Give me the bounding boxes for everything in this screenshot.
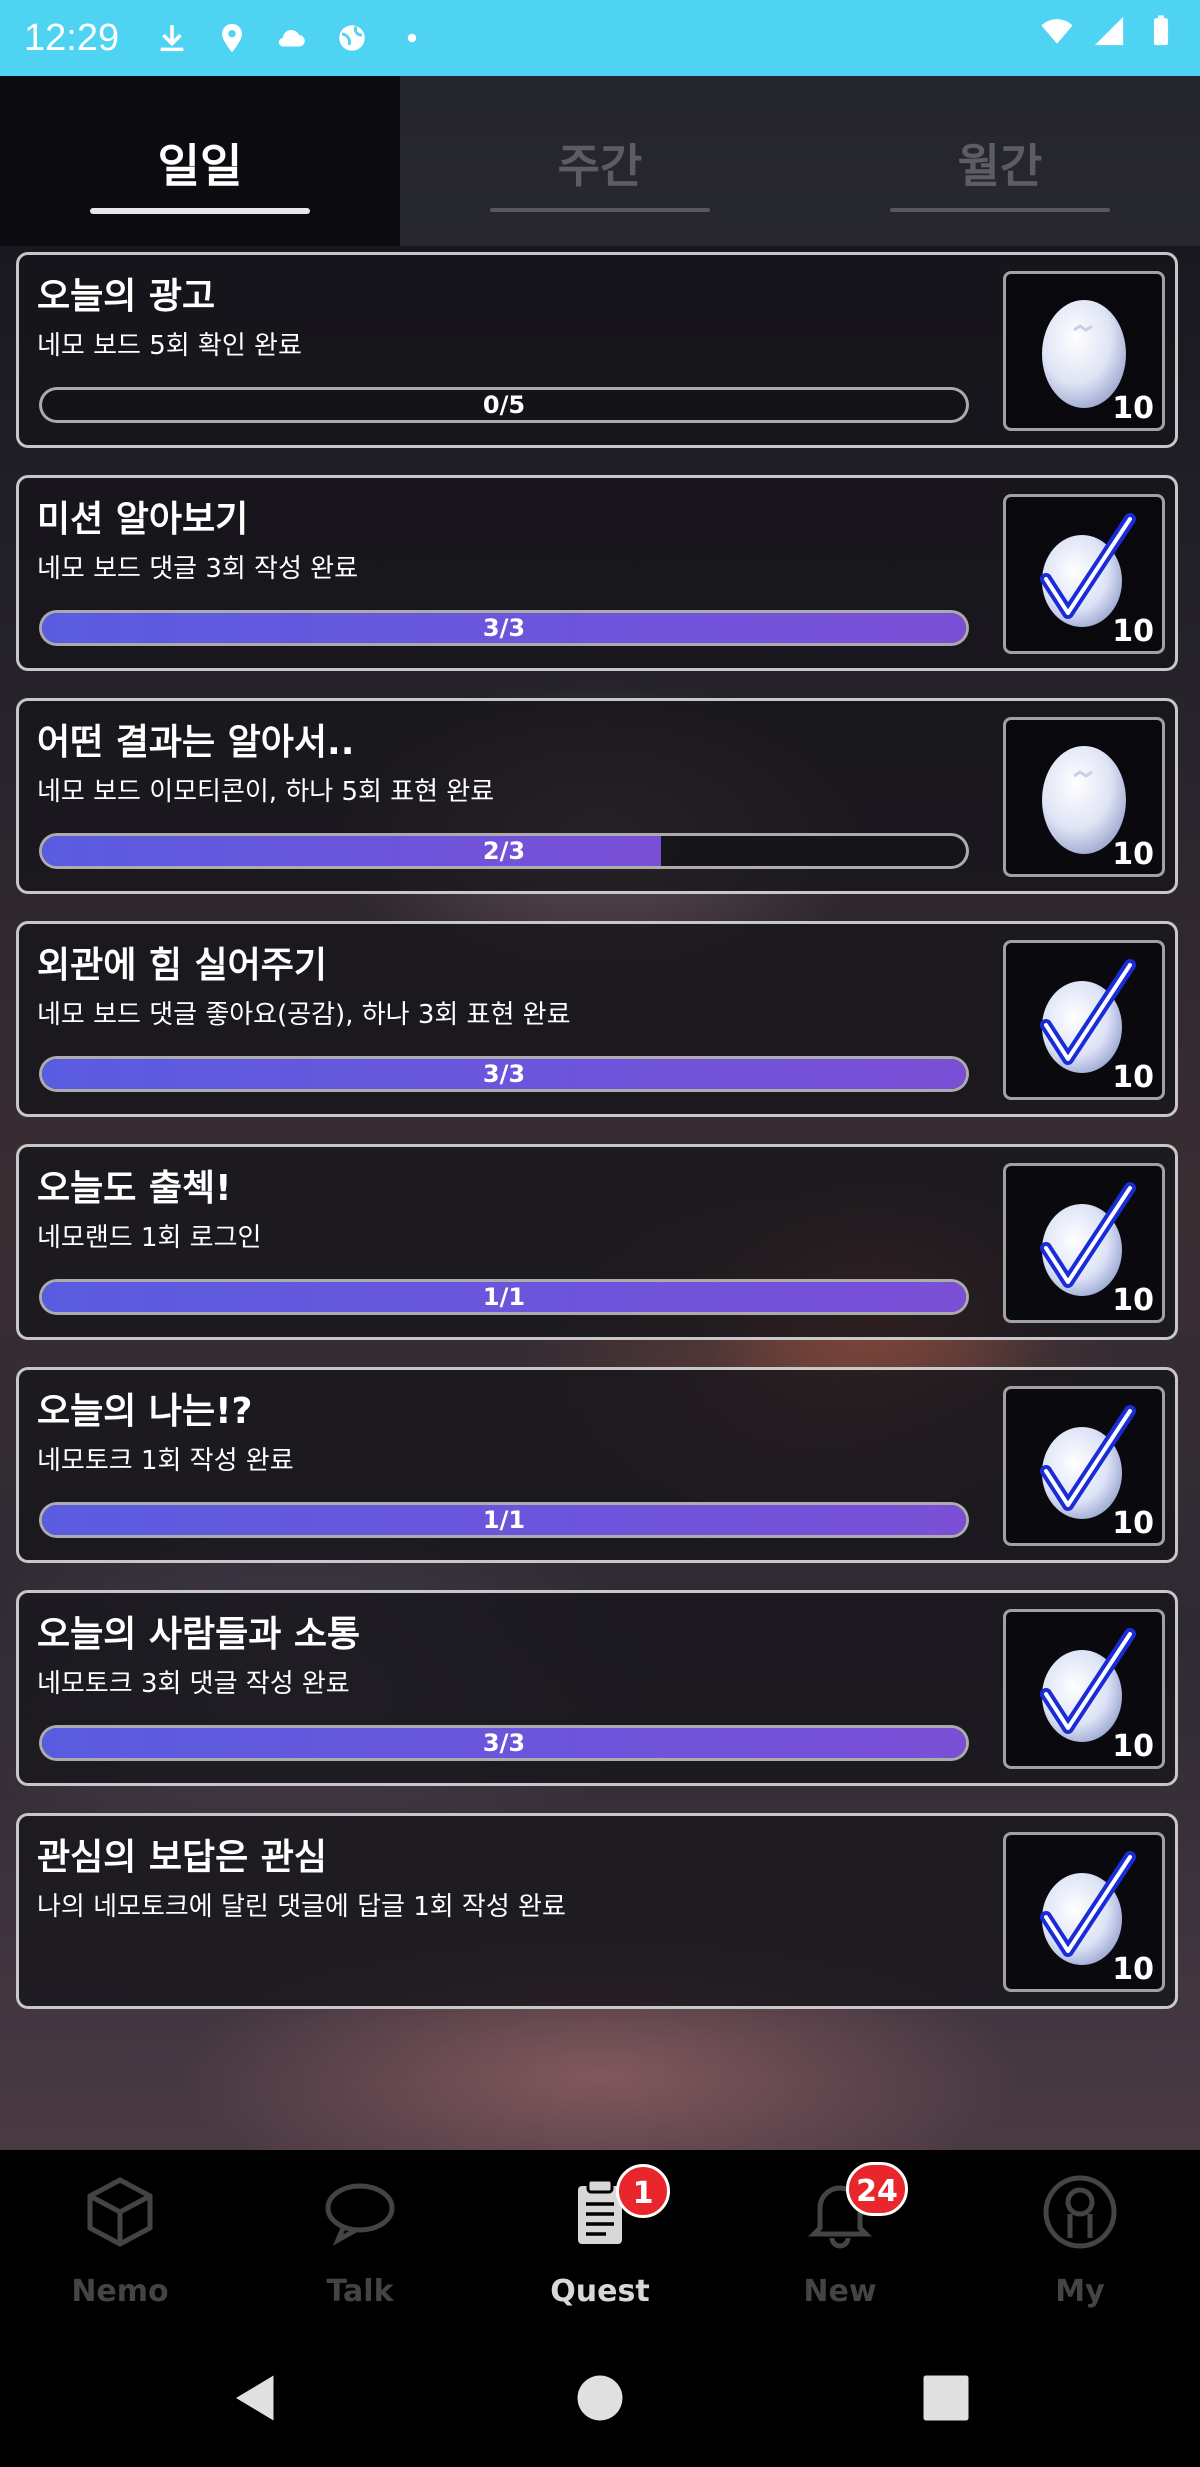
nav-item-nemo[interactable]: Nemo <box>0 2150 240 2330</box>
tab-indicator <box>490 208 710 212</box>
quest-progress-bar: 2/3 <box>39 833 969 869</box>
chat-bubble-icon <box>325 2183 395 2246</box>
signal-icon <box>1094 16 1124 46</box>
download-icon <box>160 25 184 52</box>
reward-count: 10 <box>1112 391 1154 426</box>
quest-card[interactable]: 어떤 결과는 알아서.. 네모 보드 이모티콘이, 하나 5회 표현 완료 2/3 1… <box>16 698 1178 894</box>
tab-indicator <box>890 208 1110 212</box>
quest-card[interactable]: 미션 알아보기네모 보드 댓글 3회 작성 완료 3/3 10 <box>16 475 1178 671</box>
quest-period-tabs: 일일 주간 월간 <box>0 76 1200 246</box>
wifi-icon <box>1041 19 1073 44</box>
quest-title: 오늘의 사람들과 소통 <box>37 1614 361 1655</box>
quest-title: 오늘의 광고 <box>37 276 216 317</box>
nav-item-my[interactable]: My <box>960 2150 1200 2330</box>
reward-box[interactable]: 10 <box>1003 271 1165 431</box>
nav-label: Talk <box>326 2274 394 2309</box>
nav-label: New <box>803 2274 877 2309</box>
nav-label: Quest <box>550 2274 650 2309</box>
reward-count: 10 <box>1112 1283 1154 1318</box>
quest-card[interactable]: 관심의 보답은 관심나의 네모토크에 달린 댓글에 답글 1회 작성 완료 10 <box>16 1813 1178 2009</box>
recents-icon[interactable] <box>916 2368 976 2428</box>
quest-card[interactable]: 오늘의 광고네모 보드 5회 확인 완료 0/5 10 <box>16 252 1178 448</box>
quest-description: 나의 네모토크에 달린 댓글에 답글 1회 작성 완료 <box>37 1892 566 1922</box>
tab-label: 주간 <box>557 139 643 193</box>
quest-screen: 일일 주간 월간 오늘의 광고 네모 보드 5회 확인 완료 0/5 10 미션 알아보… <box>0 76 1200 2150</box>
nav-label: My <box>1055 2274 1105 2309</box>
progress-text: 3/3 <box>482 614 526 642</box>
system-navigation-bar <box>0 2330 1200 2467</box>
quest-description: 네모토크 1회 작성 완료 <box>37 1446 294 1476</box>
quest-title: 미션 알아보기 <box>37 499 249 540</box>
reward-count: 10 <box>1112 1060 1154 1095</box>
quest-progress-bar: 1/1 <box>39 1279 969 1315</box>
globe-icon <box>339 25 365 51</box>
reward-box[interactable]: 10 <box>1003 1386 1165 1546</box>
quest-progress-bar: 0/5 <box>39 387 969 423</box>
tab-indicator <box>90 208 310 214</box>
tab-label: 월간 <box>957 139 1043 193</box>
quest-card[interactable]: 오늘도 출첵! 네모랜드 1회 로그인 1/1 10 <box>16 1144 1178 1340</box>
status-time: 12:29 <box>24 16 120 59</box>
quest-title: 외관에 힘 실어주기 <box>37 945 328 986</box>
progress-text: 1/1 <box>482 1506 526 1534</box>
location-pin-icon <box>222 23 243 53</box>
quest-card[interactable]: 외관에 힘 실어주기네모 보드 댓글 좋아요(공감), 하나 3회 표현 완료 3… <box>16 921 1178 1117</box>
quest-title: 어떤 결과는 알아서.. <box>37 722 355 763</box>
reward-box[interactable]: 10 <box>1003 1832 1165 1992</box>
quest-card[interactable]: 오늘의 사람들과 소통네모토크 3회 댓글 작성 완료 3/3 10 <box>16 1590 1178 1786</box>
quest-list[interactable]: 오늘의 광고 네모 보드 5회 확인 완료 0/5 10 미션 알아보기 네모 보드 댓글… <box>12 252 1188 2017</box>
nav-item-talk[interactable]: Talk <box>240 2150 480 2330</box>
progress-text: 3/3 <box>482 1060 526 1088</box>
quest-description: 네모 보드 댓글 3회 작성 완료 <box>37 554 358 584</box>
quest-card[interactable]: 오늘의 나는!? 네모토크 1회 작성 완료 1/1 10 <box>16 1367 1178 1563</box>
reward-count: 10 <box>1112 1729 1154 1764</box>
notification-badge: 24 <box>846 2162 908 2216</box>
progress-text: 0/5 <box>482 391 526 419</box>
back-icon[interactable] <box>226 2368 286 2428</box>
quest-description: 네모랜드 1회 로그인 <box>37 1223 262 1253</box>
nav-item-quest[interactable]: 1 Quest <box>480 2150 720 2330</box>
progress-text: 2/3 <box>482 837 526 865</box>
quest-progress-bar: 3/3 <box>39 1056 969 1092</box>
quest-badge: 1 <box>616 2164 670 2218</box>
quest-progress-bar: 3/3 <box>39 610 969 646</box>
reward-box[interactable]: 10 <box>1003 940 1165 1100</box>
reward-box[interactable]: 10 <box>1003 494 1165 654</box>
reward-box[interactable]: 10 <box>1003 717 1165 877</box>
quest-description: 네모 보드 댓글 좋아요(공감), 하나 3회 표현 완료 <box>37 1000 571 1030</box>
quest-progress-bar: 3/3 <box>39 1725 969 1761</box>
bottom-navigation: Nemo Talk 1 Quest 24 New My <box>0 2150 1200 2330</box>
status-bar: 12:29 <box>0 0 1200 76</box>
reward-count: 10 <box>1112 1952 1154 1987</box>
cloud-icon <box>278 30 305 47</box>
reward-count: 10 <box>1112 614 1154 649</box>
reward-count: 10 <box>1112 837 1154 872</box>
quest-title: 오늘도 출첵! <box>37 1168 232 1209</box>
progress-text: 3/3 <box>482 1729 526 1757</box>
reward-count: 10 <box>1112 1506 1154 1541</box>
person-icon <box>1043 2175 1117 2249</box>
cube-icon <box>87 2177 153 2247</box>
reward-box[interactable]: 10 <box>1003 1163 1165 1323</box>
reward-box[interactable]: 10 <box>1003 1609 1165 1769</box>
tab-daily[interactable]: 일일 <box>0 76 400 246</box>
quest-description: 네모 보드 이모티콘이, 하나 5회 표현 완료 <box>37 777 495 807</box>
battery-icon <box>1153 15 1169 46</box>
quest-title: 관심의 보답은 관심 <box>37 1837 328 1878</box>
home-icon[interactable] <box>570 2368 630 2428</box>
quest-description: 네모토크 3회 댓글 작성 완료 <box>37 1669 350 1699</box>
quest-description: 네모 보드 5회 확인 완료 <box>37 331 302 361</box>
dot-icon <box>407 33 417 43</box>
tab-label: 일일 <box>157 139 243 193</box>
quest-title: 오늘의 나는!? <box>37 1391 253 1432</box>
quest-progress-bar: 1/1 <box>39 1502 969 1538</box>
tab-monthly[interactable]: 월간 <box>800 76 1200 246</box>
nav-item-new[interactable]: 24 New <box>720 2150 960 2330</box>
progress-text: 1/1 <box>482 1283 526 1311</box>
tab-weekly[interactable]: 주간 <box>400 76 800 246</box>
nav-label: Nemo <box>71 2274 169 2309</box>
